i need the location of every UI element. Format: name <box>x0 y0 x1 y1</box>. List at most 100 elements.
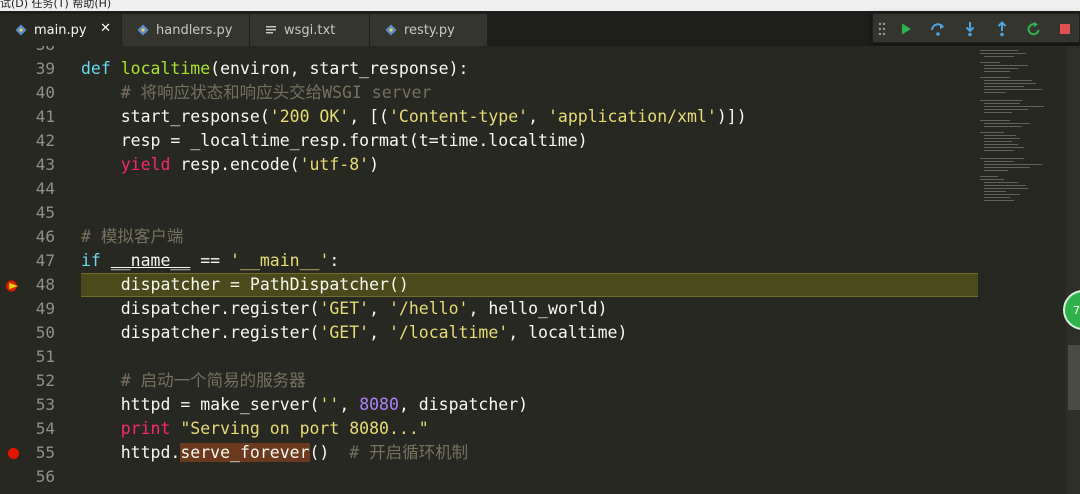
string: '/localtime' <box>388 323 509 342</box>
tab-wsgi-txt[interactable]: wsgi.txt <box>250 14 370 46</box>
code-text: , localtime) <box>508 323 628 342</box>
step-out-icon[interactable] <box>991 18 1013 40</box>
line-number: 53 <box>35 395 55 414</box>
code-text: () <box>309 443 350 462</box>
comment: # 开启循环机制 <box>349 443 469 462</box>
code-text: : <box>329 251 340 270</box>
code-text: httpd = make_server( <box>120 395 320 414</box>
python-file-icon <box>384 23 398 37</box>
continue-icon[interactable] <box>895 18 917 40</box>
string: 'GET' <box>319 323 370 342</box>
line-number: 54 <box>35 419 55 438</box>
restart-icon[interactable] <box>1023 18 1045 40</box>
line-number: 39 <box>35 59 55 78</box>
string: "Serving on port 8080..." <box>180 419 429 438</box>
keyword: print <box>120 419 171 438</box>
code-text: (environ, start_response): <box>210 59 469 78</box>
text-file-icon <box>264 23 278 37</box>
string: 'GET' <box>319 299 370 318</box>
debug-toolbar <box>872 13 1080 43</box>
line-number: 50 <box>35 323 55 342</box>
line-number: 40 <box>35 83 55 102</box>
code-line: 47 if __name__ == '__main__': <box>0 249 978 273</box>
line-number: 49 <box>35 299 55 318</box>
line-number: 42 <box>35 131 55 150</box>
code-line: 55 httpd.serve_forever() # 开启循环机制 <box>0 441 978 465</box>
code-line-current: 48 dispatcher = PathDispatcher() <box>0 273 978 297</box>
line-number: 46 <box>35 227 55 246</box>
string: 'application/xml' <box>547 107 717 126</box>
line-number: 47 <box>35 251 55 270</box>
code-text: dispatcher.register( <box>120 323 320 342</box>
comment: # 启动一个简易的服务器 <box>120 371 306 390</box>
close-icon[interactable]: ✕ <box>100 21 111 36</box>
menu-bar: 试(D) 任务(T) 帮助(H) <box>0 0 1080 11</box>
line-number: 38 <box>0 46 55 57</box>
code-line: 38 <box>0 46 978 57</box>
code-line: 46 # 模拟客户端 <box>0 225 978 249</box>
tab-label: handlers.py <box>156 22 233 38</box>
code-line: 44 <box>0 177 978 201</box>
code-line: 40 # 将响应状态和响应头交给WSGI server <box>0 81 978 105</box>
code-text: )]) <box>716 107 747 126</box>
code-text: dispatcher = PathDispatcher() <box>120 275 409 294</box>
code-line: 51 <box>0 345 978 369</box>
tab-main-py[interactable]: main.py ✕ <box>0 14 122 46</box>
comment: # 模拟客户端 <box>81 227 184 246</box>
tab-label: main.py <box>34 22 87 38</box>
menu-bar-text[interactable]: 试(D) 任务(T) 帮助(H) <box>0 0 111 11</box>
code-line: 54 print "Serving on port 8080..." <box>0 417 978 441</box>
code-line: 49 dispatcher.register('GET', '/hello', … <box>0 297 978 321</box>
code-line: 43 yield resp.encode('utf-8') <box>0 153 978 177</box>
code-text: ) <box>369 155 380 174</box>
line-number: 52 <box>35 371 55 390</box>
tab-label: wsgi.txt <box>284 22 336 38</box>
code-text: dispatcher.register( <box>120 299 320 318</box>
python-file-icon <box>136 23 150 37</box>
code-text: start_response( <box>120 107 270 126</box>
tab-resty-py[interactable]: resty.py <box>370 14 488 46</box>
code-line: 39 def localtime(environ, start_response… <box>0 57 978 81</box>
code-line: 41 start_response('200 OK', [('Content-t… <box>0 105 978 129</box>
scrollbar-thumb[interactable] <box>1068 345 1080 410</box>
vertical-scrollbar[interactable] <box>1066 46 1080 494</box>
code-text: == <box>190 251 231 270</box>
code-text: , <box>528 107 548 126</box>
line-number: 56 <box>35 467 55 486</box>
code-text: httpd. <box>120 443 181 462</box>
line-number: 48 <box>35 275 55 294</box>
keyword: def <box>81 59 111 78</box>
selected-word: serve_forever <box>180 443 310 462</box>
code-line: 50 dispatcher.register('GET', '/localtim… <box>0 321 978 345</box>
step-into-icon[interactable] <box>959 18 981 40</box>
string: '__main__' <box>230 251 330 270</box>
tab-handlers-py[interactable]: handlers.py <box>122 14 250 46</box>
code-text: , [( <box>349 107 389 126</box>
string: 'utf-8' <box>299 155 370 174</box>
code-text: , dispatcher) <box>398 395 529 414</box>
code-line: 53 httpd = make_server('', 8080, dispatc… <box>0 393 978 417</box>
badge-text: 78 <box>1073 303 1080 317</box>
string: '' <box>319 395 340 414</box>
string: '/hello' <box>388 299 469 318</box>
python-file-icon <box>14 23 28 37</box>
stop-icon[interactable] <box>1054 18 1076 40</box>
keyword: if <box>81 251 101 270</box>
step-over-icon[interactable] <box>927 18 949 40</box>
number: 8080 <box>359 395 399 414</box>
drag-handle-icon[interactable] <box>875 18 889 40</box>
minimap[interactable] <box>978 46 1080 494</box>
string: '200 OK' <box>269 107 350 126</box>
code-line: 45 <box>0 201 978 225</box>
function-name: localtime <box>120 59 211 78</box>
code-editor[interactable]: 38 39 def localtime(environ, start_respo… <box>0 46 978 494</box>
code-text: , <box>369 323 389 342</box>
code-line: 52 # 启动一个简易的服务器 <box>0 369 978 393</box>
line-number: 45 <box>35 203 55 222</box>
code-text: , <box>369 299 389 318</box>
code-text: resp = _localtime_resp.format(t=time.loc… <box>120 131 588 150</box>
code-line: 56 <box>0 465 978 489</box>
line-number: 55 <box>35 443 55 462</box>
